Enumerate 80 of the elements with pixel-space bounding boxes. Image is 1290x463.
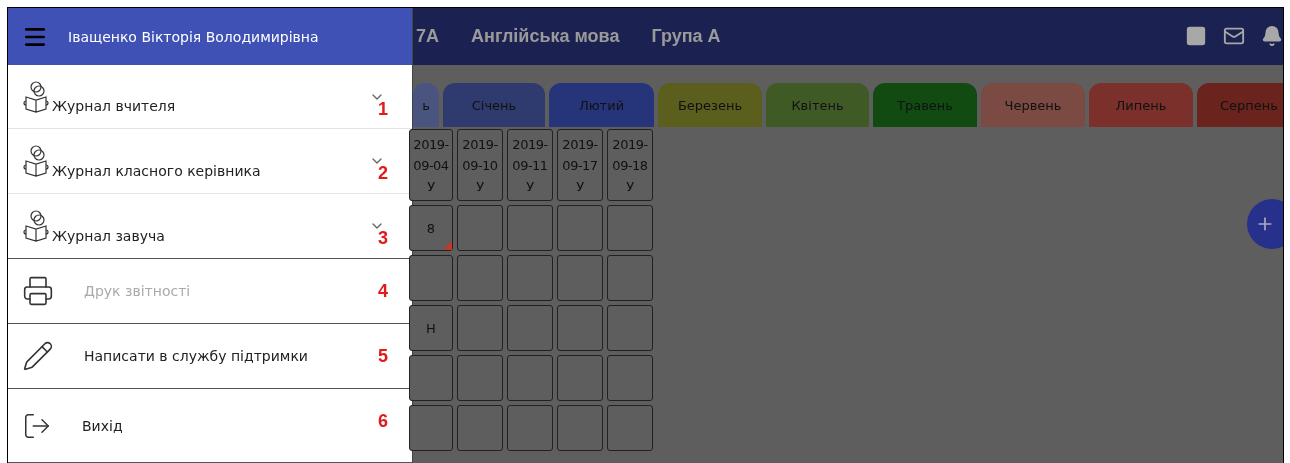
lesson-date: 09-17 <box>562 156 598 175</box>
grade-cell[interactable]: Н <box>409 305 453 351</box>
menu-item-label: Журнал вчителя <box>52 98 176 114</box>
grade-cell[interactable] <box>557 355 603 401</box>
grade-cell[interactable] <box>607 355 653 401</box>
square-icon[interactable] <box>1185 25 1207 47</box>
date-column-header[interactable]: 2019-09-18 У <box>607 129 653 201</box>
grade-cell[interactable] <box>409 355 453 401</box>
lesson-date: 2019- <box>612 135 648 154</box>
callout-number: 6 <box>378 411 388 432</box>
grade-cell[interactable] <box>507 405 553 451</box>
user-name: Іващенко Вікторія Володимирівна <box>68 28 319 45</box>
lesson-date: 09-18 <box>612 156 648 175</box>
date-column-header[interactable]: 2019-09-04 У <box>409 129 453 201</box>
grade-cell[interactable] <box>607 205 653 251</box>
menu-item-label: Написати в службу підтримки <box>84 348 308 364</box>
grade-cell[interactable] <box>557 255 603 301</box>
menu-item-label: Журнал завуча <box>52 228 165 244</box>
lesson-date: 2019- <box>462 135 498 154</box>
pencil-icon <box>22 340 54 372</box>
reading-person-icon <box>22 79 52 114</box>
month-tab[interactable]: Березень <box>658 83 762 127</box>
lesson-type: У <box>526 177 534 196</box>
month-tab[interactable]: ь <box>413 83 439 127</box>
grade-cell[interactable] <box>557 305 603 351</box>
lesson-date: 09-10 <box>462 156 498 175</box>
printer-icon <box>22 275 54 307</box>
grade-cell[interactable] <box>457 305 503 351</box>
grade-cell[interactable] <box>557 205 603 251</box>
bell-icon[interactable] <box>1261 25 1283 47</box>
grade-cell[interactable] <box>607 305 653 351</box>
grade-cell[interactable] <box>507 205 553 251</box>
callout-number: 2 <box>378 163 388 184</box>
grade-cell[interactable] <box>409 405 453 451</box>
reading-person-icon <box>22 144 52 178</box>
class-title: 7А <box>416 26 439 47</box>
month-tab[interactable]: Січень <box>443 83 545 127</box>
grade-cell[interactable] <box>457 405 503 451</box>
callout-number: 4 <box>378 281 388 302</box>
menu-item-label: Журнал класного керівника <box>52 163 261 179</box>
grade-cell[interactable] <box>457 255 503 301</box>
grade-cell[interactable] <box>557 405 603 451</box>
group-title: Група А <box>651 26 721 47</box>
menu-item-label: Друк звітності <box>84 283 191 299</box>
date-column-header[interactable]: 2019-09-10 У <box>457 129 503 201</box>
grade-cell[interactable] <box>507 255 553 301</box>
grade-cell[interactable] <box>457 355 503 401</box>
lesson-type: У <box>576 177 584 196</box>
callout-number: 1 <box>378 99 388 120</box>
lesson-date: 2019- <box>512 135 548 154</box>
menu-item-label: Вихід <box>82 417 123 434</box>
date-column-header[interactable]: 2019-09-11 У <box>507 129 553 201</box>
mail-icon[interactable] <box>1223 25 1245 47</box>
callout-number: 5 <box>378 346 388 367</box>
grade-cell[interactable] <box>507 355 553 401</box>
grade-cell[interactable]: 8 <box>409 205 453 251</box>
month-tab[interactable]: Лютий <box>549 83 654 127</box>
callout-number: 3 <box>378 228 388 249</box>
subject-title: Англійська мова <box>471 26 620 47</box>
date-column-header[interactable]: 2019-09-17 У <box>557 129 603 201</box>
month-tab[interactable]: Червень <box>981 83 1085 127</box>
month-tab[interactable]: Серпень <box>1197 83 1283 127</box>
grade-cell[interactable] <box>607 255 653 301</box>
grade-cell[interactable] <box>457 205 503 251</box>
lesson-type: У <box>476 177 484 196</box>
grade-cell[interactable] <box>507 305 553 351</box>
lesson-type: У <box>626 177 634 196</box>
reading-person-icon <box>22 209 52 243</box>
grade-cell[interactable] <box>409 255 453 301</box>
month-tab[interactable]: Липень <box>1089 83 1193 127</box>
add-button[interactable] <box>1247 199 1283 249</box>
month-tab[interactable]: Травень <box>873 83 977 127</box>
lesson-date: 2019- <box>562 135 598 154</box>
lesson-type: У <box>427 177 435 196</box>
lesson-date: 09-11 <box>512 156 548 175</box>
month-tab[interactable]: Квітень <box>766 83 869 127</box>
lesson-date: 09-04 <box>413 156 449 175</box>
drawer-menu-item[interactable]: Журнал вчителя 1 <box>8 65 412 129</box>
lesson-date: 2019- <box>413 135 449 154</box>
grade-cell[interactable] <box>607 405 653 451</box>
